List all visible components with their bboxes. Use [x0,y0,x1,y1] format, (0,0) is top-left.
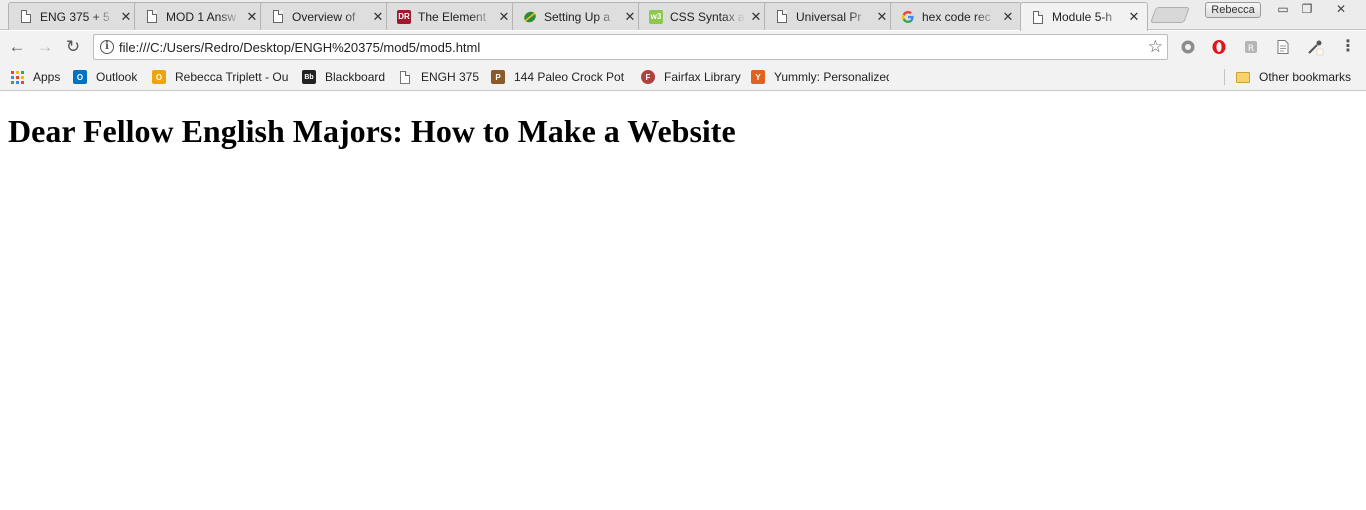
tab-css-syntax[interactable]: w3 CSS Syntax a ✕ [638,2,770,30]
tab-mod-1-answers[interactable]: MOD 1 Answ ✕ [134,2,266,30]
close-icon[interactable]: ✕ [371,9,385,24]
document-icon [398,70,412,84]
blackboard-icon: Bb [302,70,316,84]
bookmark-fairfax-library[interactable]: F Fairfax Library [641,68,741,86]
svg-text:R: R [1248,44,1254,54]
google-icon [901,10,915,24]
opera-icon[interactable] [1210,38,1228,56]
paleo-icon: P [491,70,505,84]
info-icon[interactable]: i [100,40,114,54]
tab-title: Overview of [292,9,356,24]
bookmark-outlook[interactable]: O Outlook [73,68,137,86]
tab-title: MOD 1 Answ [166,9,237,24]
bookmark-label: Blackboard [325,70,386,84]
apps-grid-icon [10,70,24,84]
tab-strip: ENG 375 + 5 ✕ MOD 1 Answ ✕ Overview of ✕… [0,0,1366,31]
leaf-icon [523,10,537,24]
bookmark-apps[interactable]: Apps [10,68,60,86]
bookmark-star-icon[interactable]: ☆ [1148,37,1163,57]
close-icon[interactable]: ✕ [119,9,133,24]
bookmark-paleo-crock-pot[interactable]: P 144 Paleo Crock Pot R [491,68,627,86]
page-title: Dear Fellow English Majors: How to Make … [8,113,736,149]
outlook-icon: O [73,70,87,84]
bookmark-label: ENGH 375 [421,70,480,84]
bookmark-label: Yummly: Personalized [774,70,889,84]
extension-circle-icon[interactable] [1179,38,1197,56]
tab-universal[interactable]: Universal Pr ✕ [764,2,896,30]
back-arrow-icon[interactable]: ← [6,36,28,58]
tab-eng-375[interactable]: ENG 375 + 5 ✕ [8,2,140,30]
profile-button[interactable]: Rebecca [1205,2,1261,18]
menu-kebab-icon[interactable]: ⋮ [1340,37,1356,57]
bookmark-label: Other bookmarks [1259,70,1352,84]
bookmark-engh-375[interactable]: ENGH 375 [398,68,479,86]
tab-title: CSS Syntax a [670,9,745,24]
tab-module-5[interactable]: Module 5-h ✕ [1020,2,1148,31]
bookmark-blackboard[interactable]: Bb Blackboard [302,68,385,86]
bookmark-label: 144 Paleo Crock Pot R [514,70,627,84]
bookmark-yummly[interactable]: Y Yummly: Personalized [751,68,889,86]
close-icon[interactable]: ✕ [623,9,637,24]
close-icon[interactable]: ✕ [1127,10,1141,24]
close-icon[interactable]: ✕ [497,9,511,24]
eyedropper-icon[interactable] [1306,38,1324,56]
close-window-icon[interactable]: ✕ [1328,0,1354,18]
extension-puzzle-icon[interactable]: R [1242,38,1260,56]
reload-icon[interactable]: ↻ [62,36,84,58]
new-tab-button[interactable] [1150,7,1190,23]
document-icon [19,10,33,24]
yummly-icon: Y [751,70,765,84]
bookmark-other-bookmarks[interactable]: Other bookmarks [1236,68,1351,86]
document-icon [775,10,789,24]
tab-the-elements[interactable]: DR The Element ✕ [386,2,518,30]
tab-title: Setting Up a [544,9,611,24]
bookmark-label: Rebecca Triplett - Ou [175,70,288,84]
close-icon[interactable]: ✕ [749,9,763,24]
bookmark-label: Outlook [96,70,138,84]
bookmarks-bar: Apps O Outlook O Rebecca Triplett - Ou B… [0,63,1366,91]
minimize-icon[interactable]: ▭ [1270,0,1296,18]
page-content: Dear Fellow English Majors: How to Make … [0,92,1366,510]
tab-title: ENG 375 + 5 [40,9,110,24]
document-icon [271,10,285,24]
tab-overview[interactable]: Overview of ✕ [260,2,392,30]
document-icon [1031,10,1045,24]
folder-icon [1236,70,1250,84]
restore-icon[interactable]: ❐ [1294,0,1320,18]
w3schools-icon: w3 [649,9,663,24]
page-icon[interactable] [1274,38,1292,56]
orange-o-icon: O [152,70,166,84]
fairfax-library-icon: F [641,70,655,84]
tab-title: hex code rec [922,9,991,24]
address-bar[interactable]: i file:///C:/Users/Redro/Desktop/ENGH%20… [93,34,1168,60]
bookmark-rebecca-triplett[interactable]: O Rebecca Triplett - Ou [152,68,288,86]
tab-title: Universal Pr [796,9,862,24]
bookmark-label: Apps [33,70,61,84]
tab-title: Module 5-h [1052,10,1113,24]
tab-setting-up[interactable]: Setting Up a ✕ [512,2,644,30]
url-text[interactable]: file:///C:/Users/Redro/Desktop/ENGH%2037… [119,40,480,55]
browser-toolbar: ← → ↻ i file:///C:/Users/Redro/Desktop/E… [0,31,1366,63]
forward-arrow-icon[interactable]: → [34,36,56,58]
bookmarks-separator [1224,69,1225,85]
close-icon[interactable]: ✕ [875,9,889,24]
close-icon[interactable]: ✕ [1001,9,1015,24]
the-elements-of-typographic-style-icon: DR [397,9,411,24]
tab-hex-code[interactable]: hex code rec ✕ [890,2,1022,30]
document-icon [145,10,159,24]
tab-title: The Element [418,9,487,24]
close-icon[interactable]: ✕ [245,9,259,24]
bookmark-label: Fairfax Library [664,70,741,84]
